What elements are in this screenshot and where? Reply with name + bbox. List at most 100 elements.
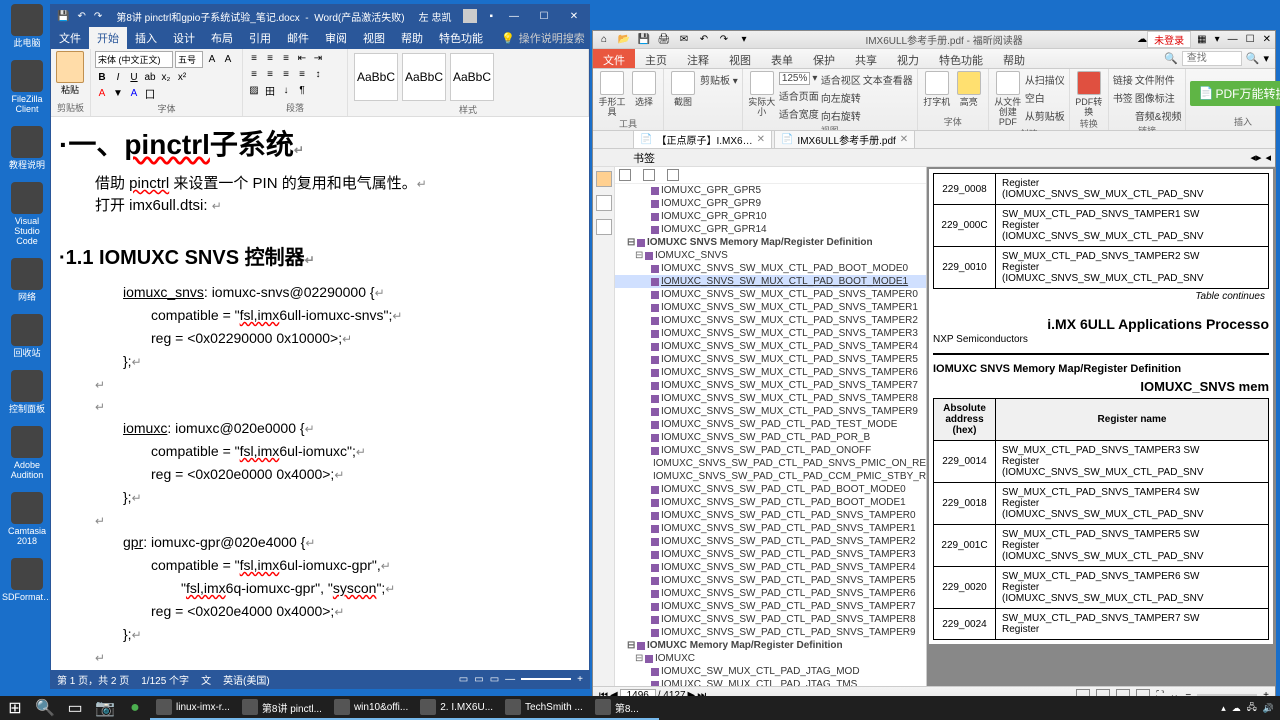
shading-icon[interactable]: ▨ [247,83,261,97]
pdf-universal-convert-button[interactable]: 📄 PDF万能转换 [1190,81,1280,106]
font-color-icon[interactable]: ▼ [111,86,125,100]
bookmark-item[interactable]: IOMUXC_SNVS_SW_MUX_CTL_PAD_SNVS_TAMPER6 [615,366,926,379]
pdf-convert-button[interactable]: PDF转换 [1074,71,1104,117]
ribbon-tab[interactable]: 布局 [203,27,241,49]
bookmark-item[interactable]: ⊟IOMUXC [615,652,926,665]
hand-tool-button[interactable]: 手形工具 [597,71,627,117]
bookmark-section[interactable]: ⊟IOMUXC SNVS Memory Map/Register Definit… [615,236,926,249]
zoom-in-icon[interactable]: + [577,674,583,685]
bookmark-item[interactable]: IOMUXC_GPR_GPR14 [615,223,926,236]
word-document[interactable]: ·一、 pinctrl 子系统 ↵ 借助 pinctrl 来设置一个 PIN 的… [51,117,589,670]
desktop-icon[interactable]: 网络 [4,258,50,302]
ribbon-tab[interactable]: 视力 [887,49,929,68]
grow-font-icon[interactable]: A [205,53,219,67]
desktop-icon[interactable]: Visual Studio Code [4,182,50,246]
taskbar-app[interactable]: 2. I.MX6U... [414,696,499,720]
ribbon-tab[interactable]: 开始 [89,27,127,49]
collapse-icon[interactable]: ⊟ [627,640,635,651]
style-item[interactable]: AaBbC [402,53,446,101]
tell-me[interactable]: 💡操作说明搜索 [501,27,585,49]
view-print-icon[interactable]: ▭ [474,674,483,685]
borders-icon[interactable]: 田 [263,83,277,97]
bookmark-item[interactable]: IOMUXC_SNVS_SW_MUX_CTL_PAD_SNVS_TAMPER2 [615,314,926,327]
save-icon[interactable]: 💾 [637,33,651,47]
bookmark-item[interactable]: IOMUXC_SNVS_SW_PAD_CTL_PAD_CCM_PMIC_STBY… [615,470,926,483]
undo-icon[interactable]: ↶ [697,33,711,47]
desktop-icon[interactable]: Adobe Audition [4,426,50,480]
highlight-icon[interactable]: A [95,86,109,100]
font-size-select[interactable]: 五号 [175,51,203,68]
system-tray[interactable]: ▴ ☁ 🖧 🔊 [1221,700,1280,716]
image-annotation-button[interactable]: 图像标注 [1135,89,1182,106]
ribbon-tab[interactable]: 视图 [355,27,393,49]
bookmark-item[interactable]: IOMUXC_SNVS_SW_MUX_CTL_PAD_SNVS_TAMPER4 [615,340,926,353]
bookmark-item[interactable]: IOMUXC_SNVS_SW_PAD_CTL_PAD_SNVS_TAMPER5 [615,574,926,587]
document-tab[interactable]: 📄【正点原子】I.MX6…✕ [633,130,772,149]
zoom-value[interactable]: 125%▾ [779,71,819,86]
close-tab-icon[interactable]: ✕ [757,134,765,145]
bookmark-item[interactable]: IOMUXC_SNVS_SW_MUX_CTL_PAD_SNVS_TAMPER9 [615,405,926,418]
camera-button[interactable]: 📷 [90,696,120,720]
close-tab-icon[interactable]: ✕ [900,134,908,145]
font-name-select[interactable]: 宋体 (中文正文) [95,51,173,68]
collapse-icon[interactable]: ⊟ [635,653,643,664]
bookmark-item[interactable]: IOMUXC_SNVS_SW_MUX_CTL_PAD_BOOT_MODE0 [615,262,926,275]
bookmark-item[interactable]: IOMUXC_SNVS_SW_PAD_CTL_PAD_ONOFF [615,444,926,457]
bookmark-item[interactable]: IOMUXC_SNVS_SW_PAD_CTL_PAD_SNVS_TAMPER6 [615,587,926,600]
bm-expand-icon[interactable] [619,169,631,181]
select-tool-button[interactable]: 选择 [629,71,659,107]
tray-cloud-icon[interactable]: ☁ [1232,703,1241,714]
ribbon-tab[interactable]: 文件 [51,27,89,49]
bookmark-item[interactable]: IOMUXC_GPR_GPR5 [615,184,926,197]
search-go-icon[interactable]: 🔍 [1246,52,1260,65]
panel-toggle-icon[interactable]: ◂ [1265,151,1271,164]
line-spacing-icon[interactable]: ↕ [311,67,325,81]
open-icon[interactable]: 📂 [617,33,631,47]
bookmark-item[interactable]: ⊟IOMUXC_SNVS [615,249,926,262]
align-right-icon[interactable]: ≡ [279,67,293,81]
tray-network-icon[interactable]: 🖧 [1247,700,1257,716]
ribbon-tab[interactable]: 插入 [127,27,165,49]
login-status[interactable]: 未登录 [1147,31,1191,48]
bookmarks-panel[interactable]: IOMUXC_GPR_GPR5IOMUXC_GPR_GPR9IOMUXC_GPR… [615,167,927,686]
bookmark-item[interactable]: IOMUXC_SNVS_SW_PAD_CTL_PAD_POR_B [615,431,926,444]
underline-icon[interactable]: U [127,70,141,84]
ribbon-tab[interactable]: 引用 [241,27,279,49]
bold-icon[interactable]: B [95,70,109,84]
bookmark-item[interactable]: IOMUXC_SNVS_SW_PAD_CTL_PAD_BOOT_MODE0 [615,483,926,496]
desktop-icon[interactable]: 回收站 [4,314,50,358]
align-justify-icon[interactable]: ≡ [295,67,309,81]
bookmark-item[interactable]: IOMUXC_GPR_GPR10 [615,210,926,223]
tray-up-icon[interactable]: ▴ [1221,703,1226,714]
taskbar-app[interactable]: win10&offi... [328,696,414,720]
clipboard-dropdown[interactable]: 剪贴板 ▾ [700,71,738,88]
attachments-tab-icon[interactable] [596,219,612,235]
ribbon-tab[interactable]: 视图 [719,49,761,68]
close-button[interactable]: ✕ [1263,34,1271,45]
taskbar-app[interactable]: 第8... [589,696,659,720]
maximize-button[interactable]: ☐ [1246,34,1255,45]
status-page[interactable]: 第 1 页，共 2 页 [57,672,129,687]
ribbon-tab[interactable]: 表单 [761,49,803,68]
bookmark-button[interactable]: 书签 [1113,89,1133,106]
fit-width-button[interactable]: 适合宽度 [779,105,819,122]
ribbon-tab[interactable]: 主页 [635,49,677,68]
desktop-icon[interactable]: FileZilla Client [4,60,50,114]
minimize-icon[interactable]: ▾ [1215,34,1220,45]
bm-del-icon[interactable] [667,169,679,181]
bookmarks-tab-icon[interactable] [596,171,612,187]
bookmark-item[interactable]: IOMUXC_SNVS_SW_MUX_CTL_PAD_SNVS_TAMPER8 [615,392,926,405]
undo-icon[interactable]: ↶ [77,11,85,22]
redo-icon[interactable]: ↷ [717,33,731,47]
ribbon-tab[interactable]: 文件 [593,49,635,68]
ribbon-tab[interactable]: 帮助 [393,27,431,49]
status-language[interactable]: 英语(美国) [223,672,270,687]
bookmark-item[interactable]: IOMUXC_SNVS_SW_PAD_CTL_PAD_SNVS_TAMPER8 [615,613,926,626]
fit-page-button[interactable]: 适合页面 [779,87,819,104]
home-icon[interactable]: ⌂ [597,33,611,47]
indent-inc-icon[interactable]: ⇥ [311,51,325,65]
zoom-slider[interactable] [521,678,571,680]
bookmark-section[interactable]: ⊟IOMUXC Memory Map/Register Definition [615,639,926,652]
taskbar-app[interactable]: linux-imx-r... [150,696,236,720]
bookmark-item[interactable]: IOMUXC_SNVS_SW_PAD_CTL_PAD_SNVS_TAMPER9 [615,626,926,639]
